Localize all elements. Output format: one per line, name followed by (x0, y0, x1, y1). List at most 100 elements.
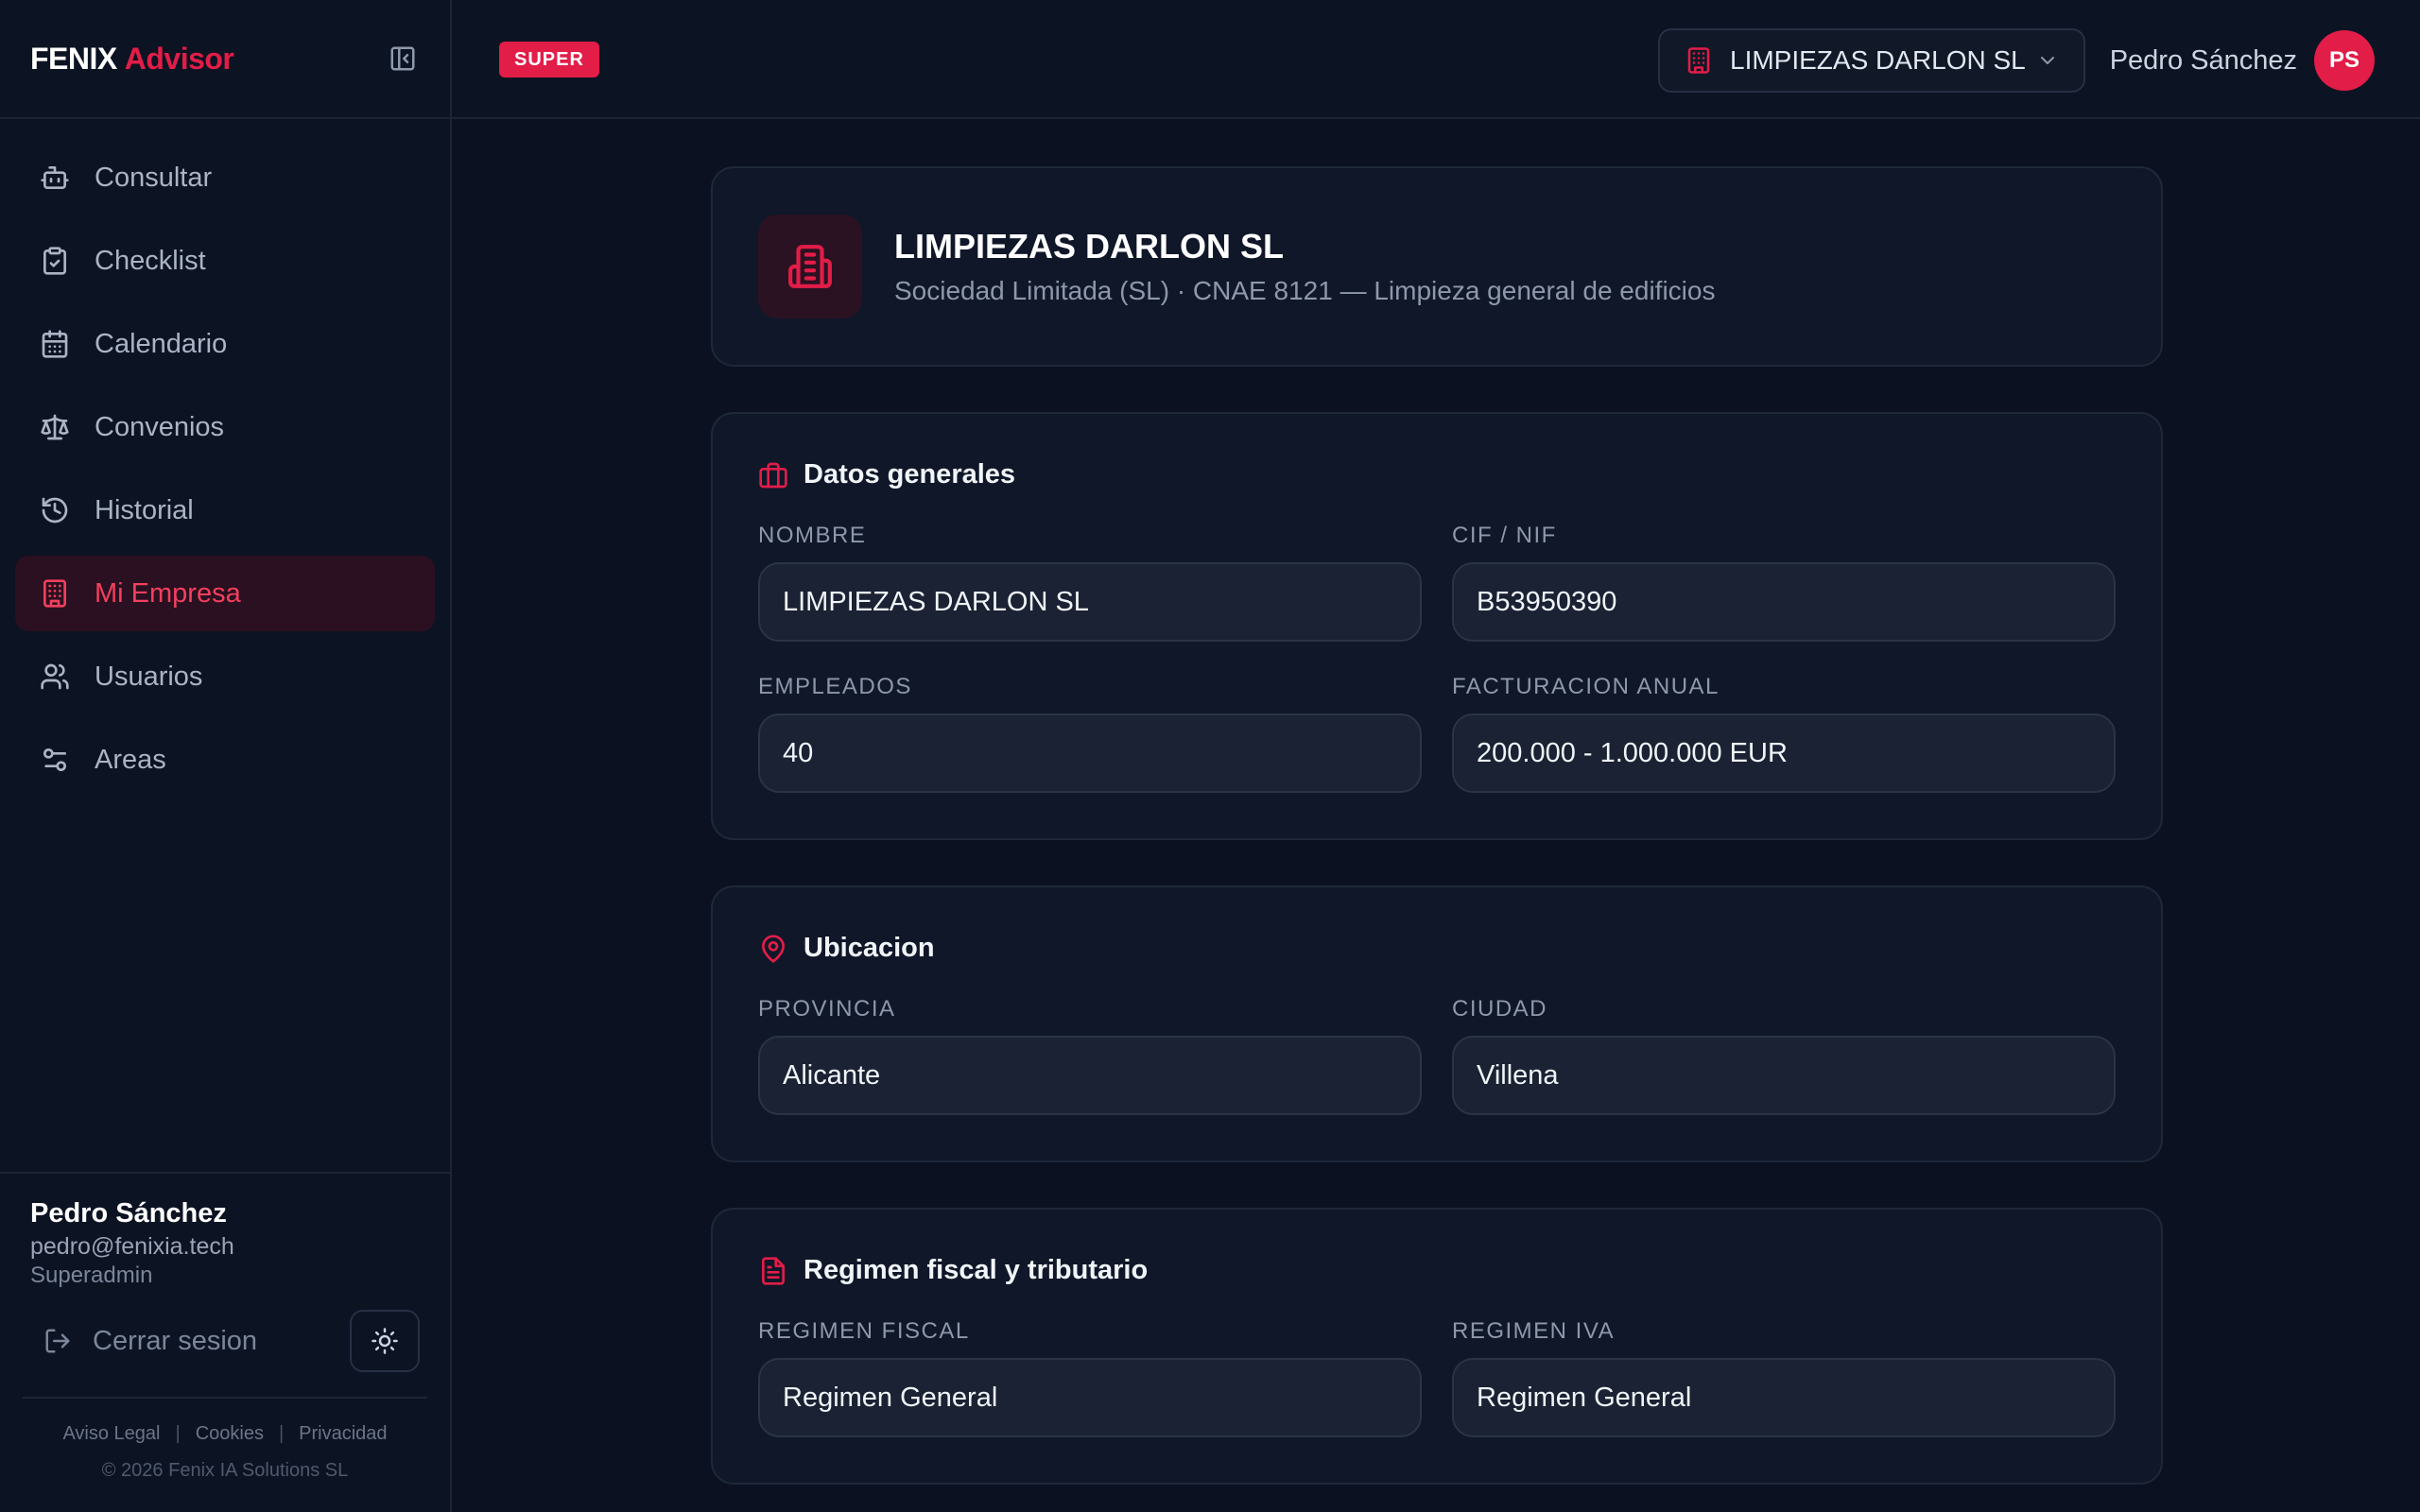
field-cif: CIF / NIF B53950390 (1452, 523, 2116, 642)
sliders-icon (38, 743, 72, 777)
main-content: LIMPIEZAS DARLON SL Sociedad Limitada (S… (711, 166, 2163, 1512)
role-badge: SUPER (499, 42, 599, 77)
provincia-field[interactable]: Alicante (758, 1036, 1422, 1115)
nombre-field[interactable]: LIMPIEZAS DARLON SL (758, 562, 1422, 642)
field-facturacion: FACTURACION ANUAL 200.000 - 1.000.000 EU… (1452, 674, 2116, 793)
history-icon (38, 493, 72, 527)
field-label: FACTURACION ANUAL (1452, 674, 1720, 699)
building-icon (788, 245, 832, 288)
section-title: Datos generales (758, 459, 2116, 490)
section-title: Regimen fiscal y tributario (758, 1255, 2116, 1286)
building-icon (38, 576, 72, 610)
sidebar-item-checklist[interactable]: Checklist (15, 223, 435, 299)
copyright: © 2026 Fenix IA Solutions SL (101, 1460, 349, 1481)
separator: | (278, 1423, 285, 1444)
sidebar-item-calendario[interactable]: Calendario (15, 306, 435, 382)
theme-toggle-button[interactable] (350, 1310, 420, 1372)
company-selector[interactable]: LIMPIEZAS DARLON SL (1658, 28, 2085, 93)
brand-name: FENIX (30, 41, 117, 76)
sidebar-item-consultar[interactable]: Consultar (15, 140, 435, 215)
sidebar-item-label: Checklist (95, 245, 206, 276)
regimen-fiscal-field[interactable]: Regimen General (758, 1358, 1422, 1437)
building-icon (1687, 47, 1710, 74)
field-label: REGIMEN IVA (1452, 1318, 1616, 1344)
field-label: CIF / NIF (1452, 523, 1557, 548)
company-header-text: LIMPIEZAS DARLON SL Sociedad Limitada (S… (894, 227, 1715, 306)
fields-grid: PROVINCIA Alicante CIUDAD Villena (758, 964, 2116, 1115)
sidebar-item-label: Mi Empresa (95, 577, 241, 609)
field-nombre: NOMBRE LIMPIEZAS DARLON SL (758, 523, 1422, 642)
field-label: CIUDAD (1452, 996, 1548, 1022)
field-regimen-fiscal: REGIMEN FISCAL Regimen General (758, 1318, 1422, 1437)
section-title-text: Regimen fiscal y tributario (804, 1255, 1149, 1285)
field-regimen-iva: REGIMEN IVA Regimen General (1452, 1318, 2116, 1437)
map-pin-icon (758, 934, 788, 964)
facturacion-field[interactable]: 200.000 - 1.000.000 EUR (1452, 713, 2116, 793)
fields-grid: NOMBRE LIMPIEZAS DARLON SL CIF / NIF B53… (758, 490, 2116, 793)
topbar-user-name: Pedro Sánchez (2109, 44, 2297, 76)
file-text-icon (758, 1256, 788, 1286)
section-title-text: Datos generales (804, 459, 1016, 490)
cookies-link[interactable]: Cookies (196, 1423, 264, 1445)
sidebar-item-label: Usuarios (95, 661, 203, 692)
sidebar-item-label: Areas (95, 744, 166, 775)
users-icon (38, 660, 72, 694)
separator: | (175, 1423, 181, 1444)
section-title: Ubicacion (758, 933, 2116, 964)
field-label: EMPLEADOS (758, 674, 912, 699)
clipboard-check-icon (38, 244, 72, 278)
aviso-legal-link[interactable]: Aviso Legal (62, 1423, 160, 1445)
sidebar-item-convenios[interactable]: Convenios (15, 389, 435, 465)
empleados-field[interactable]: 40 (758, 713, 1422, 793)
sidebar-item-label: Historial (95, 494, 194, 525)
section-ubicacion: Ubicacion PROVINCIA Alicante CIUDAD Vill… (711, 885, 2163, 1162)
company-header-card: LIMPIEZAS DARLON SL Sociedad Limitada (S… (711, 166, 2163, 367)
calendar-icon (38, 327, 72, 361)
topbar-user: Pedro Sánchez PS (2110, 28, 2375, 93)
logout-row: Cerrar sesion (30, 1310, 420, 1372)
cif-field[interactable]: B53950390 (1452, 562, 2116, 642)
chevron-down-icon (2041, 57, 2054, 64)
sidebar-footer: Pedro Sánchez pedro@fenixia.tech Superad… (0, 1172, 450, 1512)
app-root: FENIX Advisor Consultar Checklist Calenda… (0, 0, 2420, 1512)
sidebar-item-label: Convenios (95, 411, 225, 442)
ciudad-field[interactable]: Villena (1452, 1036, 2116, 1115)
field-ciudad: CIUDAD Villena (1452, 996, 2116, 1115)
sidebar-item-mi-empresa[interactable]: Mi Empresa (15, 556, 435, 631)
company-selector-value: LIMPIEZAS DARLON SL (1730, 45, 2026, 75)
sidebar-nav: Consultar Checklist Calendario Convenios… (0, 119, 450, 798)
sidebar-collapse-button[interactable] (386, 42, 420, 76)
panel-collapse-icon (390, 46, 415, 71)
sidebar-item-historial[interactable]: Historial (15, 472, 435, 548)
briefcase-icon (758, 460, 788, 490)
field-empleados: EMPLEADOS 40 (758, 674, 1422, 793)
sidebar-item-label: Calendario (95, 328, 228, 359)
privacidad-link[interactable]: Privacidad (299, 1423, 387, 1445)
avatar[interactable]: PS (2314, 30, 2375, 91)
sidebar-item-areas[interactable]: Areas (15, 722, 435, 798)
scale-icon (38, 410, 72, 444)
sidebar-header: FENIX Advisor (0, 0, 450, 119)
regimen-iva-field[interactable]: Regimen General (1452, 1358, 2116, 1437)
company-name: LIMPIEZAS DARLON SL (894, 227, 1284, 266)
section-datos-generales: Datos generales NOMBRE LIMPIEZAS DARLON … (711, 412, 2163, 840)
logout-button[interactable]: Cerrar sesion (30, 1326, 257, 1357)
field-label: NOMBRE (758, 523, 867, 548)
bot-icon (38, 161, 72, 195)
brand-suffix: Advisor (124, 41, 234, 76)
field-provincia: PROVINCIA Alicante (758, 996, 1422, 1115)
fields-grid: REGIMEN FISCAL Regimen General REGIMEN I… (758, 1286, 2116, 1437)
company-subtitle: Sociedad Limitada (SL) · CNAE 8121 — Lim… (894, 276, 1716, 305)
sidebar: FENIX Advisor Consultar Checklist Calenda… (0, 0, 452, 1512)
field-label: REGIMEN FISCAL (758, 1318, 970, 1344)
sidebar-user-email: pedro@fenixia.tech (30, 1233, 234, 1260)
topbar: SUPER LIMPIEZAS DARLON SL Pedro Sánchez … (452, 0, 2420, 119)
field-label: PROVINCIA (758, 996, 896, 1022)
sun-icon (372, 1328, 398, 1354)
logout-icon (43, 1327, 72, 1355)
sidebar-user-name: Pedro Sánchez (30, 1198, 227, 1228)
section-regimen-fiscal: Regimen fiscal y tributario REGIMEN FISC… (711, 1208, 2163, 1485)
company-avatar (758, 215, 862, 318)
sidebar-item-usuarios[interactable]: Usuarios (15, 639, 435, 714)
brand-logo[interactable]: FENIX Advisor (30, 41, 234, 77)
